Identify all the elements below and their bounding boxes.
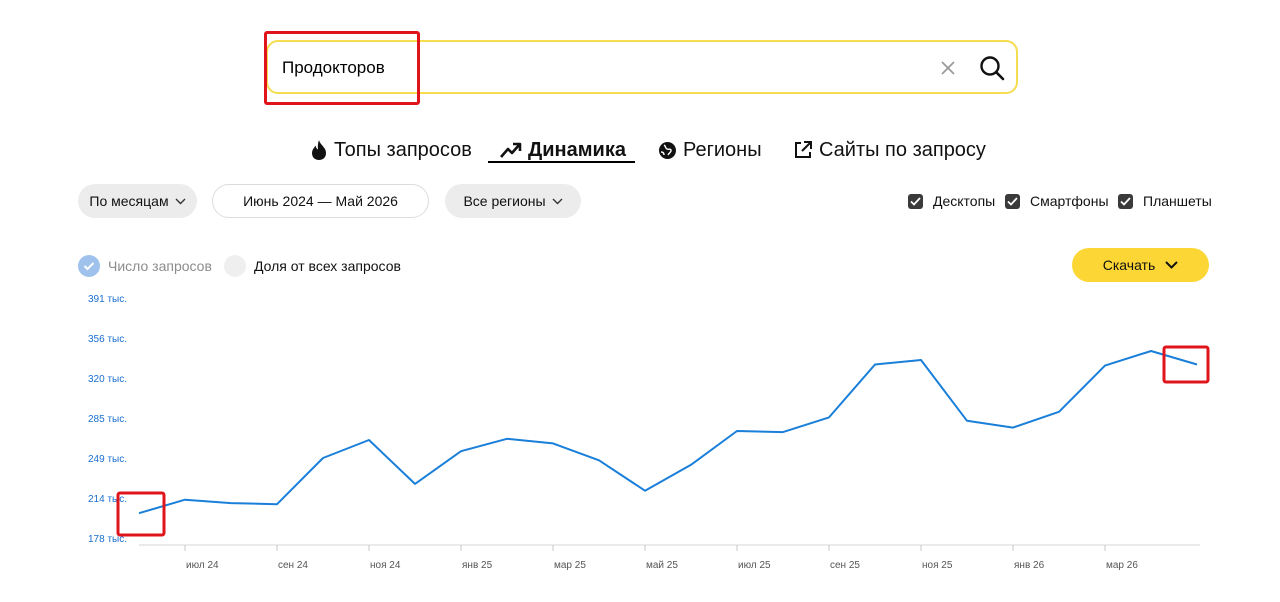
- x-tick-label: янв 26: [1014, 560, 1045, 571]
- x-tick-label: июл 24: [186, 560, 219, 571]
- chevron-down-icon: [1165, 261, 1178, 269]
- y-tick-label: 285 тыс.: [88, 414, 127, 425]
- x-tick-label: ноя 24: [370, 560, 401, 571]
- y-tick-label: 214 тыс.: [88, 494, 127, 505]
- external-link-icon: [795, 141, 812, 158]
- radio-query-share[interactable]: Доля от всех запросов: [224, 254, 401, 278]
- tabs: Топы запросов Динамика Регионы Сайты по …: [0, 136, 1280, 166]
- check-icon: [78, 255, 100, 277]
- region-select[interactable]: Все регионы: [445, 184, 581, 218]
- date-range-label: Июнь 2024 — Май 2026: [243, 193, 398, 209]
- download-label: Скачать: [1102, 257, 1156, 273]
- clear-icon[interactable]: [938, 58, 958, 78]
- y-tick-label: 320 тыс.: [88, 374, 127, 385]
- search-box[interactable]: [266, 40, 1018, 94]
- radio-query-count[interactable]: Число запросов: [78, 254, 212, 278]
- y-tick-label: 249 тыс.: [88, 454, 127, 465]
- checkbox-label: Планшеты: [1143, 193, 1212, 209]
- tab-label: Регионы: [683, 138, 762, 161]
- region-label: Все регионы: [463, 193, 546, 209]
- checkbox-desktops[interactable]: Десктопы: [908, 192, 995, 210]
- x-tick-label: май 25: [646, 560, 678, 571]
- active-tab-underline: [488, 161, 635, 163]
- check-icon: [908, 193, 923, 209]
- search-input[interactable]: [282, 56, 882, 80]
- check-icon: [1118, 193, 1133, 209]
- dynamics-chart: 391 тыс. 356 тыс. 320 тыс. 285 тыс. 249 тыс.…: [88, 294, 1210, 571]
- x-tick-label: мар 26: [1106, 560, 1138, 571]
- x-tick-label: мар 25: [554, 560, 586, 571]
- chevron-down-icon: [552, 198, 563, 204]
- radio-label: Число запросов: [108, 258, 212, 274]
- search-icon[interactable]: [978, 54, 1006, 82]
- tab-top-queries[interactable]: Топы запросов: [310, 136, 472, 164]
- x-tick-label: ноя 25: [922, 560, 953, 571]
- x-tick-label: июл 25: [738, 560, 771, 571]
- series-line: [138, 350, 1198, 515]
- globe-icon: [659, 141, 676, 159]
- period-group-select[interactable]: По месяцам: [78, 184, 197, 218]
- checkbox-label: Десктопы: [933, 193, 996, 209]
- x-tick-label: сен 24: [278, 560, 308, 571]
- tab-label: Топы запросов: [334, 138, 472, 161]
- date-range-picker[interactable]: Июнь 2024 — Май 2026: [212, 184, 429, 218]
- y-tick-label: 356 тыс.: [88, 334, 127, 345]
- y-tick-label: 391 тыс.: [88, 294, 127, 305]
- fire-icon: [312, 140, 326, 160]
- radio-icon: [224, 255, 246, 277]
- x-tick-label: янв 25: [462, 560, 493, 571]
- checkbox-smartphones[interactable]: Смартфоны: [1005, 192, 1109, 210]
- check-icon: [1005, 193, 1020, 209]
- tab-dynamics[interactable]: Динамика: [500, 136, 626, 164]
- period-group-label: По месяцам: [89, 193, 169, 209]
- tab-label: Динамика: [528, 138, 626, 161]
- checkbox-label: Смартфоны: [1030, 193, 1109, 209]
- end-highlight-box: [1162, 345, 1210, 384]
- chevron-down-icon: [175, 198, 186, 204]
- radio-label: Доля от всех запросов: [254, 258, 401, 274]
- checkbox-tablets[interactable]: Планшеты: [1118, 192, 1212, 210]
- tab-regions[interactable]: Регионы: [658, 136, 762, 164]
- tab-label: Сайты по запросу: [819, 138, 986, 161]
- download-button[interactable]: Скачать: [1072, 248, 1209, 282]
- trend-icon: [500, 142, 522, 158]
- tab-sites[interactable]: Сайты по запросу: [793, 136, 986, 164]
- x-tick-label: сен 25: [830, 560, 860, 571]
